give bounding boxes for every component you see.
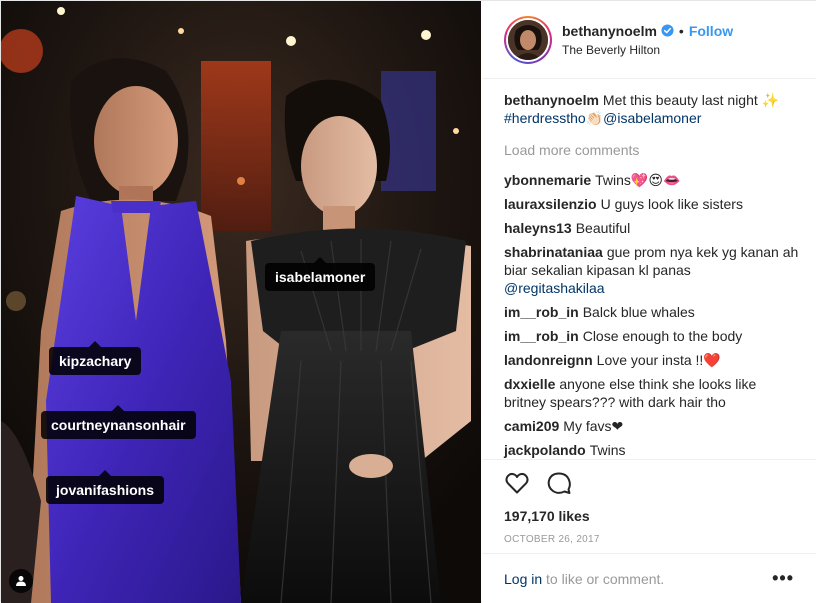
photo-tag[interactable]: isabelamoner [265, 257, 376, 291]
comment-mention[interactable]: @regitashakilaa [504, 280, 605, 296]
login-footer: Log in to like or comment. ••• [482, 553, 816, 603]
location-link[interactable]: The Beverly Hilton [562, 43, 733, 57]
comment-username[interactable]: ybonnemarie [504, 172, 591, 188]
comment-username[interactable]: jackpolando [504, 442, 586, 458]
avatar[interactable] [504, 15, 552, 64]
comment-item: shabrinataniaa gue prom nya kek yg kanan … [504, 243, 800, 297]
login-prompt: Log in to like or comment. [504, 571, 664, 587]
comment-text: Beautiful [575, 220, 631, 236]
load-more-comments[interactable]: Load more comments [504, 141, 800, 159]
instagram-post: isabelamoner kipzachary courtneynansonha… [0, 0, 816, 603]
comment-username[interactable]: im__rob_in [504, 328, 579, 344]
comment-item: haleyns13 Beautiful [504, 219, 800, 237]
header-username[interactable]: bethanynoelm [562, 23, 657, 39]
comment-text: U guys look like sisters [600, 196, 743, 212]
caption-emoji: 👏🏻 [585, 110, 604, 126]
comment-item: lauraxsilenzio U guys look like sisters [504, 195, 800, 213]
photo-tag[interactable]: jovanifashions [46, 470, 165, 504]
photo-tag[interactable]: courtneynansonhair [41, 405, 196, 439]
post-header: bethanynoelm • Follow The Beverly Hilton [482, 1, 816, 79]
separator: • [678, 22, 684, 39]
comment-item: cami209 My favs❤ [504, 417, 800, 435]
comment-icon[interactable] [546, 470, 572, 496]
heart-icon[interactable] [504, 470, 530, 496]
comment-username[interactable]: haleyns13 [504, 220, 572, 236]
post-photo[interactable]: isabelamoner kipzachary courtneynansonha… [1, 1, 481, 603]
login-link[interactable]: Log in [504, 571, 542, 587]
login-rest: to like or comment. [546, 570, 665, 587]
caption: bethanynoelm Met this beauty last night ✨… [504, 91, 800, 127]
user-icon[interactable] [9, 569, 33, 593]
comment-item: im__rob_in Balck blue whales [504, 303, 800, 321]
photo-tag[interactable]: kipzachary [49, 341, 142, 375]
caption-username[interactable]: bethanynoelm [504, 92, 599, 108]
post-date[interactable]: OCTOBER 26, 2017 [504, 534, 794, 545]
verified-badge-icon [661, 24, 674, 37]
comment-username[interactable]: im__rob_in [504, 304, 579, 320]
comments-list: bethanynoelm Met this beauty last night ✨… [504, 91, 800, 465]
comment-text: Twins💖😍👄 [595, 172, 681, 188]
photo-scene [1, 1, 481, 603]
comment-username[interactable]: lauraxsilenzio [504, 196, 597, 212]
comment-username[interactable]: dxxielle [504, 376, 555, 392]
comment-text: Twins [589, 442, 626, 458]
comment-item: ybonnemarie Twins💖😍👄 [504, 171, 800, 189]
comment-text: Close enough to the body [582, 328, 743, 344]
comment-item: landonreignn Love your insta !!❤️ [504, 351, 800, 369]
comment-item: jackpolando Twins [504, 441, 800, 459]
post-side-panel: bethanynoelm • Follow The Beverly Hilton… [482, 1, 816, 603]
comment-text: Love your insta !!❤️ [596, 352, 721, 368]
comment-item: im__rob_in Close enough to the body [504, 327, 800, 345]
caption-hashtag[interactable]: #herdresstho [504, 110, 586, 126]
caption-text: Met this beauty last night ✨ [602, 92, 780, 108]
comment-username[interactable]: cami209 [504, 418, 559, 434]
comment-text: Balck blue whales [582, 304, 695, 320]
comment-item: dxxielle anyone else think she looks like… [504, 375, 800, 411]
more-options-icon[interactable]: ••• [772, 568, 794, 589]
comment-username[interactable]: landonreignn [504, 352, 593, 368]
likes-count[interactable]: 197,170 likes [504, 508, 794, 524]
follow-button[interactable]: Follow [689, 23, 733, 39]
comment-username[interactable]: shabrinataniaa [504, 244, 603, 260]
comment-text: My favs❤ [563, 418, 624, 434]
post-actions: 197,170 likes OCTOBER 26, 2017 [482, 459, 816, 545]
caption-mention[interactable]: @isabelamoner [603, 110, 701, 126]
